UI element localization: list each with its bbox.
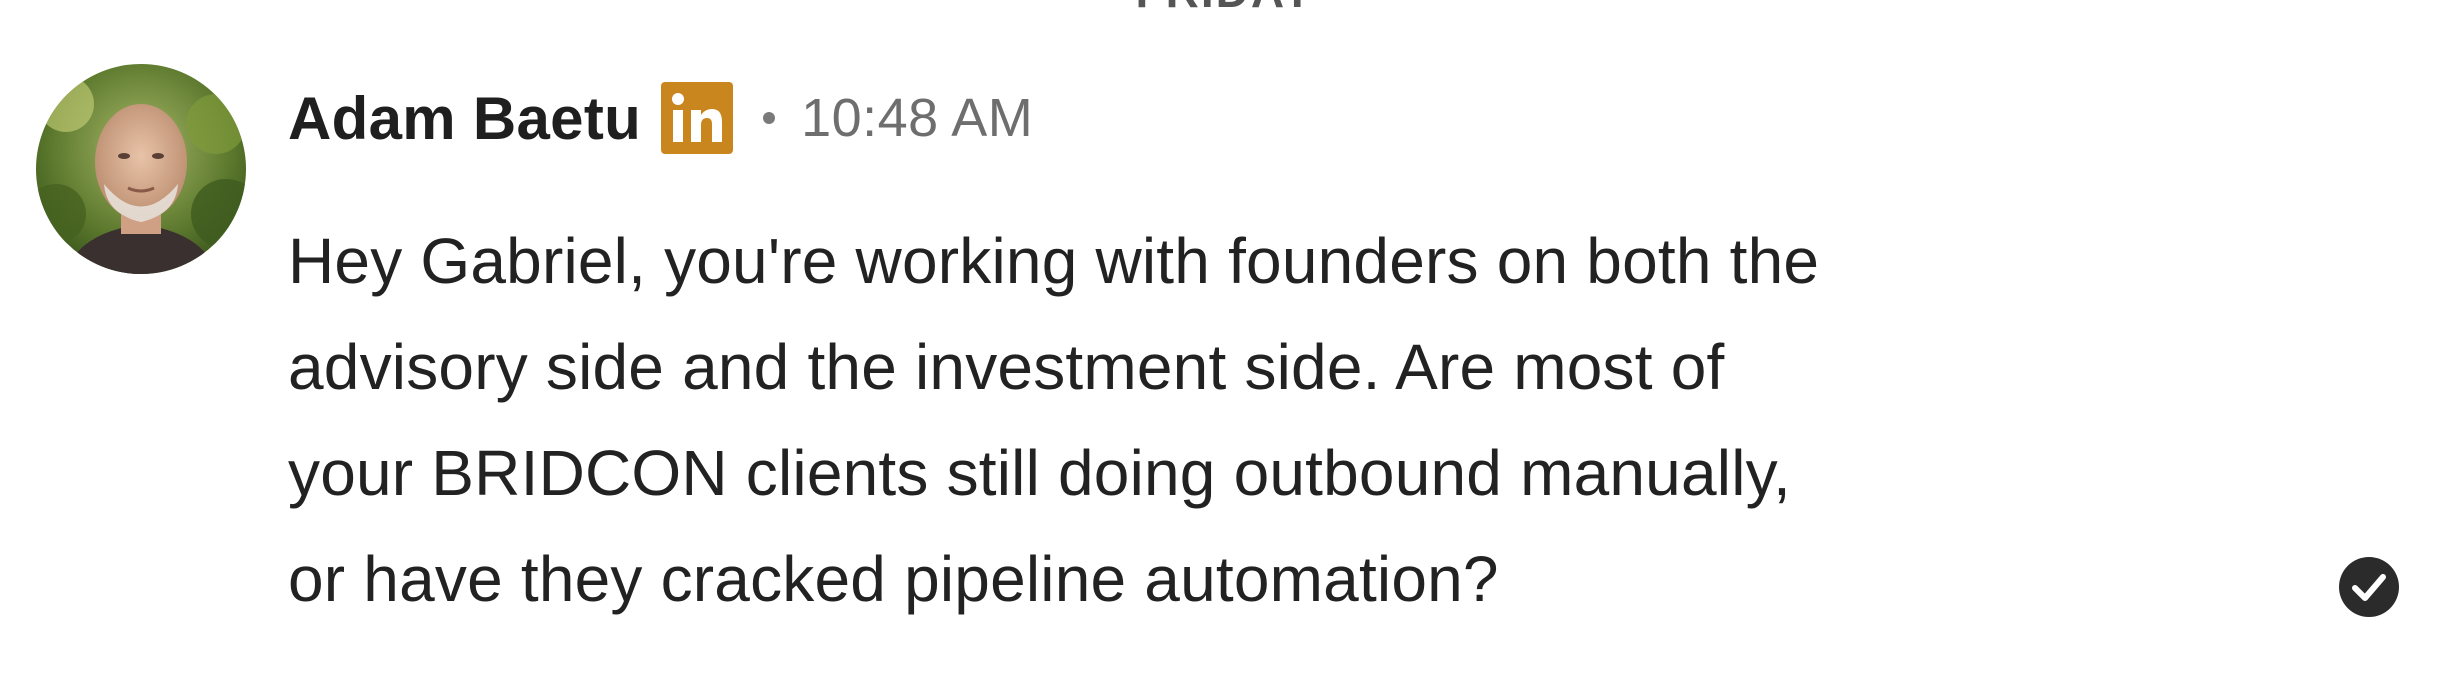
separator-dot [763, 112, 776, 124]
sender-name[interactable]: Adam Baetu [288, 84, 641, 153]
message-line: advisory side and the investment side. A… [288, 331, 1725, 403]
message-header: Adam Baetu 10:48 AM [288, 78, 1033, 158]
message-line: or have they cracked pipeline automation… [288, 543, 1499, 615]
message-body: Hey Gabriel, you're working with founder… [288, 208, 2288, 632]
avatar-photo [36, 64, 246, 274]
message-thread: FRIDAY [0, 0, 2450, 700]
message-line: Hey Gabriel, you're working with founder… [288, 225, 1820, 297]
read-check-icon [2338, 556, 2400, 618]
avatar[interactable] [36, 64, 246, 274]
day-divider: FRIDAY [0, 0, 2450, 18]
linkedin-icon [661, 82, 734, 154]
message-line: your BRIDCON clients still doing outboun… [288, 437, 1792, 509]
timestamp: 10:48 AM [801, 88, 1034, 148]
